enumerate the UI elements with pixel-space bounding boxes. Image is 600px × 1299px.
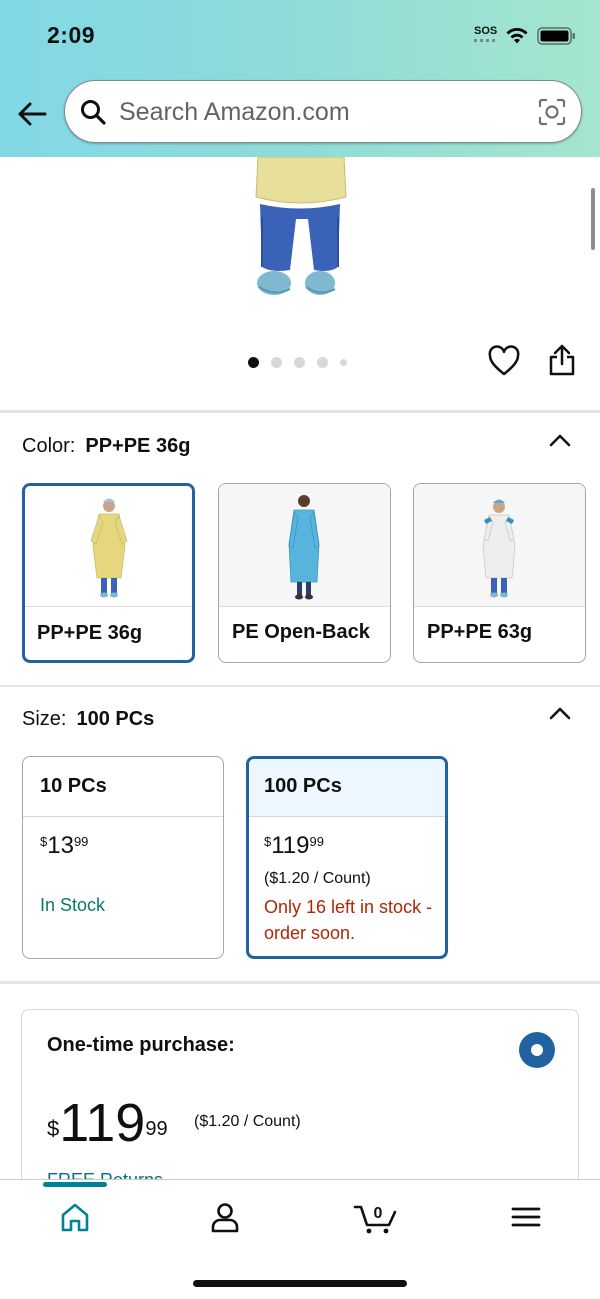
search-bar[interactable] (64, 80, 582, 143)
color-collapse-chevron-up-icon[interactable] (548, 432, 572, 448)
pager-dot[interactable] (317, 356, 328, 368)
wifi-icon (506, 28, 528, 44)
section-divider (0, 685, 600, 687)
color-key: Color: (22, 435, 76, 457)
pager-dot[interactable] (248, 356, 259, 368)
section-divider (0, 410, 600, 413)
purchase-title: One-time purchase: (47, 1034, 235, 1056)
low-stock-text: Only 16 left in stock - order soon. (264, 897, 433, 943)
search-input[interactable] (119, 93, 519, 131)
pager-dot[interactable] (271, 356, 282, 368)
color-label: Color: PP+PE 36g (22, 435, 190, 458)
cart-icon[interactable]: 0 (353, 1200, 399, 1234)
camera-search-icon[interactable] (537, 97, 567, 127)
purchase-price: $11999 (47, 1093, 168, 1153)
color-selected-value: PP+PE 36g (85, 435, 191, 457)
home-indicator[interactable] (193, 1280, 407, 1287)
size-label: Size: 100 PCs (22, 708, 154, 731)
swatch-thumbnail (414, 484, 585, 607)
signal-dots (474, 39, 498, 42)
pager-dot[interactable] (340, 358, 347, 366)
page-scrollbar[interactable] (591, 188, 595, 250)
cart-count: 0 (374, 1205, 383, 1222)
status-time: 2:09 (47, 22, 96, 48)
swatch-thumbnail (25, 486, 192, 607)
color-option-pp-pe-36g[interactable]: PP+PE 36g (22, 483, 195, 663)
size-collapse-chevron-up-icon[interactable] (548, 705, 572, 721)
purchase-unit-price: ($1.20 / Count) (194, 1113, 301, 1130)
bottom-navigation: 0 (0, 1179, 600, 1299)
battery-icon (537, 27, 575, 45)
gown-image (90, 498, 128, 598)
in-stock-text: In Stock (40, 895, 106, 915)
purchase-radio-button[interactable] (519, 1032, 555, 1068)
share-icon[interactable] (547, 343, 577, 377)
size-selected-value: 100 PCs (76, 708, 155, 730)
gown-image (482, 499, 516, 598)
app-header: 2:09 SOS (0, 0, 600, 157)
pager-dot[interactable] (294, 356, 305, 368)
heart-icon[interactable] (487, 345, 521, 377)
back-arrow-icon[interactable] (15, 97, 49, 131)
unit-price-text: ($1.20 / Count) (264, 870, 371, 887)
size-option-price: $11999 (264, 832, 324, 859)
size-option-label: 10 PCs (23, 757, 223, 817)
image-pager-dots[interactable] (248, 356, 347, 368)
color-option-pp-pe-63g[interactable]: PP+PE 63g (413, 483, 586, 663)
account-icon[interactable] (205, 1200, 245, 1234)
search-icon (81, 100, 106, 125)
size-option-10-pcs[interactable]: 10 PCs $1399 In Stock (22, 756, 224, 959)
color-option-pe-open-back[interactable]: PE Open-Back (218, 483, 391, 663)
swatch-label: PP+PE 63g (427, 621, 533, 643)
size-option-price: $1399 (40, 832, 89, 859)
sos-indicator: SOS (474, 25, 498, 37)
menu-icon[interactable] (506, 1200, 546, 1234)
home-icon[interactable] (55, 1200, 95, 1234)
section-divider (0, 981, 600, 984)
swatch-label: PP+PE 36g (37, 622, 143, 644)
size-option-100-pcs[interactable]: 100 PCs $11999 ($1.20 / Count) Only 16 l… (246, 756, 448, 959)
gown-image (288, 495, 320, 600)
size-option-label: 100 PCs (249, 759, 445, 817)
active-tab-indicator (43, 1182, 107, 1187)
swatch-thumbnail (219, 484, 390, 607)
swatch-label: PE Open-Back (232, 621, 370, 643)
size-key: Size: (22, 708, 67, 730)
